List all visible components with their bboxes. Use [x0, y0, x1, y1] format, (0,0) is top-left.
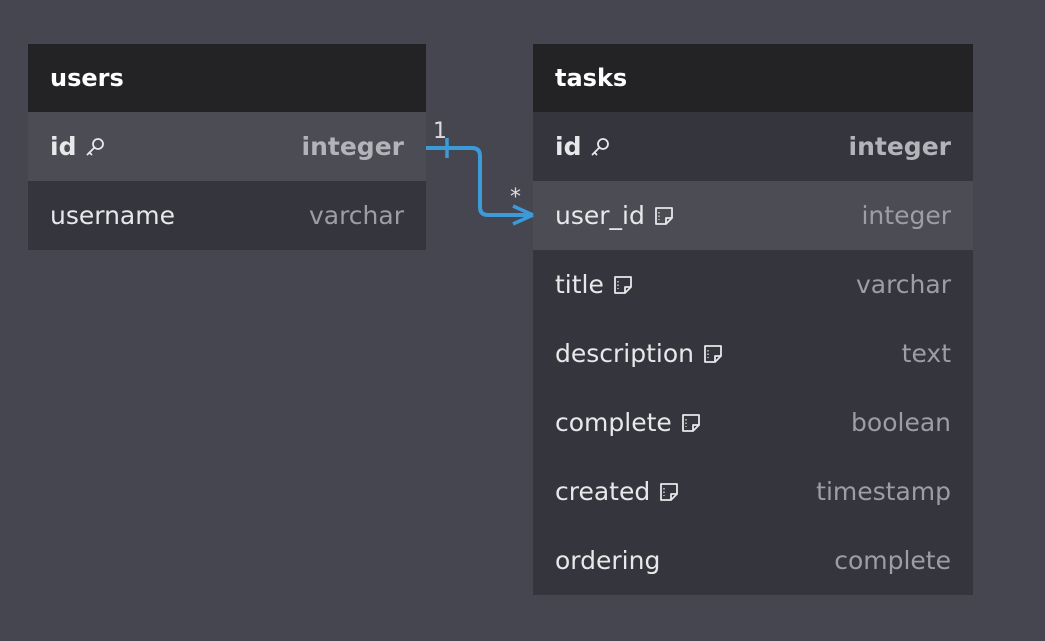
from-cardinality-label: 1	[433, 119, 447, 144]
key-icon	[84, 136, 106, 158]
relationship-line	[426, 146, 533, 217]
tasks-field-title[interactable]: title varchar	[533, 250, 973, 319]
field-name: created	[555, 477, 651, 506]
note-icon[interactable]	[702, 343, 724, 365]
field-name: ordering	[555, 546, 661, 575]
tasks-field-created[interactable]: created timestamp	[533, 457, 973, 526]
field-name: username	[50, 201, 175, 230]
field-type: text	[901, 339, 951, 368]
note-icon[interactable]	[612, 274, 634, 296]
field-name: id	[555, 132, 582, 161]
field-name: title	[555, 270, 604, 299]
field-name: id	[50, 132, 77, 161]
field-type: varchar	[855, 270, 951, 299]
tasks-field-complete[interactable]: complete boolean	[533, 388, 973, 457]
users-table[interactable]: users id integer username varchar	[28, 44, 426, 250]
tasks-field-ordering[interactable]: ordering complete	[533, 526, 973, 595]
users-table-title[interactable]: users	[28, 44, 426, 112]
field-name: user_id	[555, 201, 645, 230]
key-icon	[589, 136, 611, 158]
field-type: integer	[861, 201, 951, 230]
many-marker-top	[512, 204, 534, 217]
field-type: timestamp	[816, 477, 951, 506]
field-name: description	[555, 339, 695, 368]
tasks-field-user-id[interactable]: user_id integer	[533, 181, 973, 250]
note-icon[interactable]	[653, 205, 675, 227]
tasks-field-id[interactable]: id integer	[533, 112, 973, 181]
note-icon[interactable]	[658, 481, 680, 503]
field-type: integer	[848, 132, 951, 161]
many-marker-bottom	[512, 213, 534, 226]
users-field-id[interactable]: id integer	[28, 112, 426, 181]
field-type: integer	[301, 132, 404, 161]
field-name: complete	[555, 408, 672, 437]
to-cardinality-label: *	[510, 185, 521, 210]
field-type: complete	[834, 546, 951, 575]
note-icon[interactable]	[680, 412, 702, 434]
tasks-table[interactable]: tasks id integer user_id integer title v…	[533, 44, 973, 595]
tasks-table-title[interactable]: tasks	[533, 44, 973, 112]
users-field-username[interactable]: username varchar	[28, 181, 426, 250]
tasks-field-description[interactable]: description text	[533, 319, 973, 388]
field-type: varchar	[308, 201, 404, 230]
field-type: boolean	[851, 408, 951, 437]
